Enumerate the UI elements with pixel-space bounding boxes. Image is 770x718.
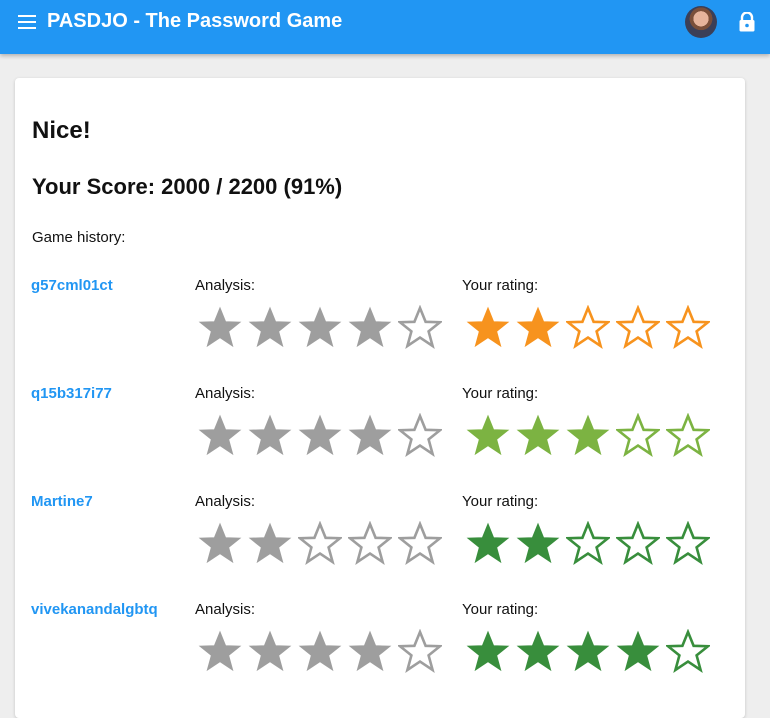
rating-stars[interactable] bbox=[466, 413, 716, 457]
game-history-row: g57cml01ct Analysis: Your rating: bbox=[15, 277, 745, 385]
your-rating-label: Your rating: bbox=[462, 493, 539, 510]
app-title: PASDJO - The Password Game bbox=[47, 10, 343, 32]
your-rating-label: Your rating: bbox=[462, 385, 539, 402]
star-filled-icon[interactable] bbox=[516, 629, 560, 673]
star-outline-icon[interactable] bbox=[666, 305, 710, 349]
your-rating-label: Your rating: bbox=[462, 601, 539, 618]
game-history-row: Martine7 Analysis: Your rating: bbox=[15, 493, 745, 601]
star-outline-icon[interactable] bbox=[616, 413, 660, 457]
star-outline-icon[interactable] bbox=[566, 521, 610, 565]
star-outline-icon[interactable] bbox=[666, 521, 710, 565]
game-history-label: Game history: bbox=[32, 229, 126, 246]
star-filled-icon bbox=[298, 305, 342, 349]
menu-icon[interactable] bbox=[18, 15, 36, 29]
result-heading: Nice! bbox=[32, 117, 91, 144]
star-filled-icon bbox=[298, 413, 342, 457]
user-avatar[interactable] bbox=[685, 6, 717, 38]
star-filled-icon bbox=[348, 305, 392, 349]
star-filled-icon[interactable] bbox=[516, 413, 560, 457]
game-id-link[interactable]: vivekanandalgbtq bbox=[31, 601, 158, 618]
rating-stars[interactable] bbox=[466, 521, 716, 565]
analysis-stars bbox=[198, 629, 448, 673]
analysis-label: Analysis: bbox=[195, 493, 256, 510]
game-history-row: vivekanandalgbtq Analysis: Your rating: bbox=[15, 601, 745, 709]
star-filled-icon bbox=[198, 413, 242, 457]
star-outline-icon bbox=[298, 521, 342, 565]
star-filled-icon[interactable] bbox=[466, 413, 510, 457]
analysis-label: Analysis: bbox=[195, 385, 256, 402]
star-outline-icon[interactable] bbox=[666, 629, 710, 673]
analysis-stars bbox=[198, 413, 448, 457]
star-outline-icon bbox=[348, 521, 392, 565]
game-id-link[interactable]: Martine7 bbox=[31, 493, 93, 510]
star-filled-icon bbox=[348, 413, 392, 457]
star-filled-icon bbox=[248, 629, 292, 673]
star-filled-icon[interactable] bbox=[466, 521, 510, 565]
analysis-stars bbox=[198, 521, 448, 565]
app-bar: PASDJO - The Password Game bbox=[0, 0, 770, 54]
analysis-label: Analysis: bbox=[195, 601, 256, 618]
your-rating-label: Your rating: bbox=[462, 277, 539, 294]
star-filled-icon bbox=[348, 629, 392, 673]
star-filled-icon[interactable] bbox=[566, 413, 610, 457]
star-filled-icon bbox=[298, 629, 342, 673]
lock-icon[interactable] bbox=[738, 11, 756, 32]
analysis-label: Analysis: bbox=[195, 277, 256, 294]
star-outline-icon bbox=[398, 521, 442, 565]
star-filled-icon[interactable] bbox=[466, 629, 510, 673]
star-filled-icon bbox=[198, 521, 242, 565]
score-heading: Your Score: 2000 / 2200 (91%) bbox=[32, 174, 343, 199]
star-filled-icon bbox=[248, 305, 292, 349]
game-id-link[interactable]: g57cml01ct bbox=[31, 277, 113, 294]
rating-stars[interactable] bbox=[466, 305, 716, 349]
star-filled-icon[interactable] bbox=[466, 305, 510, 349]
star-filled-icon[interactable] bbox=[566, 629, 610, 673]
star-filled-icon[interactable] bbox=[516, 521, 560, 565]
star-filled-icon bbox=[248, 521, 292, 565]
star-filled-icon bbox=[248, 413, 292, 457]
rating-stars[interactable] bbox=[466, 629, 716, 673]
result-card: Nice! Your Score: 2000 / 2200 (91%) Game… bbox=[15, 78, 745, 718]
analysis-stars bbox=[198, 305, 448, 349]
star-filled-icon[interactable] bbox=[616, 629, 660, 673]
star-filled-icon bbox=[198, 629, 242, 673]
star-filled-icon bbox=[198, 305, 242, 349]
star-outline-icon bbox=[398, 413, 442, 457]
star-outline-icon[interactable] bbox=[616, 521, 660, 565]
star-outline-icon[interactable] bbox=[566, 305, 610, 349]
star-outline-icon bbox=[398, 629, 442, 673]
star-filled-icon[interactable] bbox=[516, 305, 560, 349]
star-outline-icon[interactable] bbox=[666, 413, 710, 457]
star-outline-icon bbox=[398, 305, 442, 349]
star-outline-icon[interactable] bbox=[616, 305, 660, 349]
game-history-row: q15b317i77 Analysis: Your rating: bbox=[15, 385, 745, 493]
game-id-link[interactable]: q15b317i77 bbox=[31, 385, 112, 402]
